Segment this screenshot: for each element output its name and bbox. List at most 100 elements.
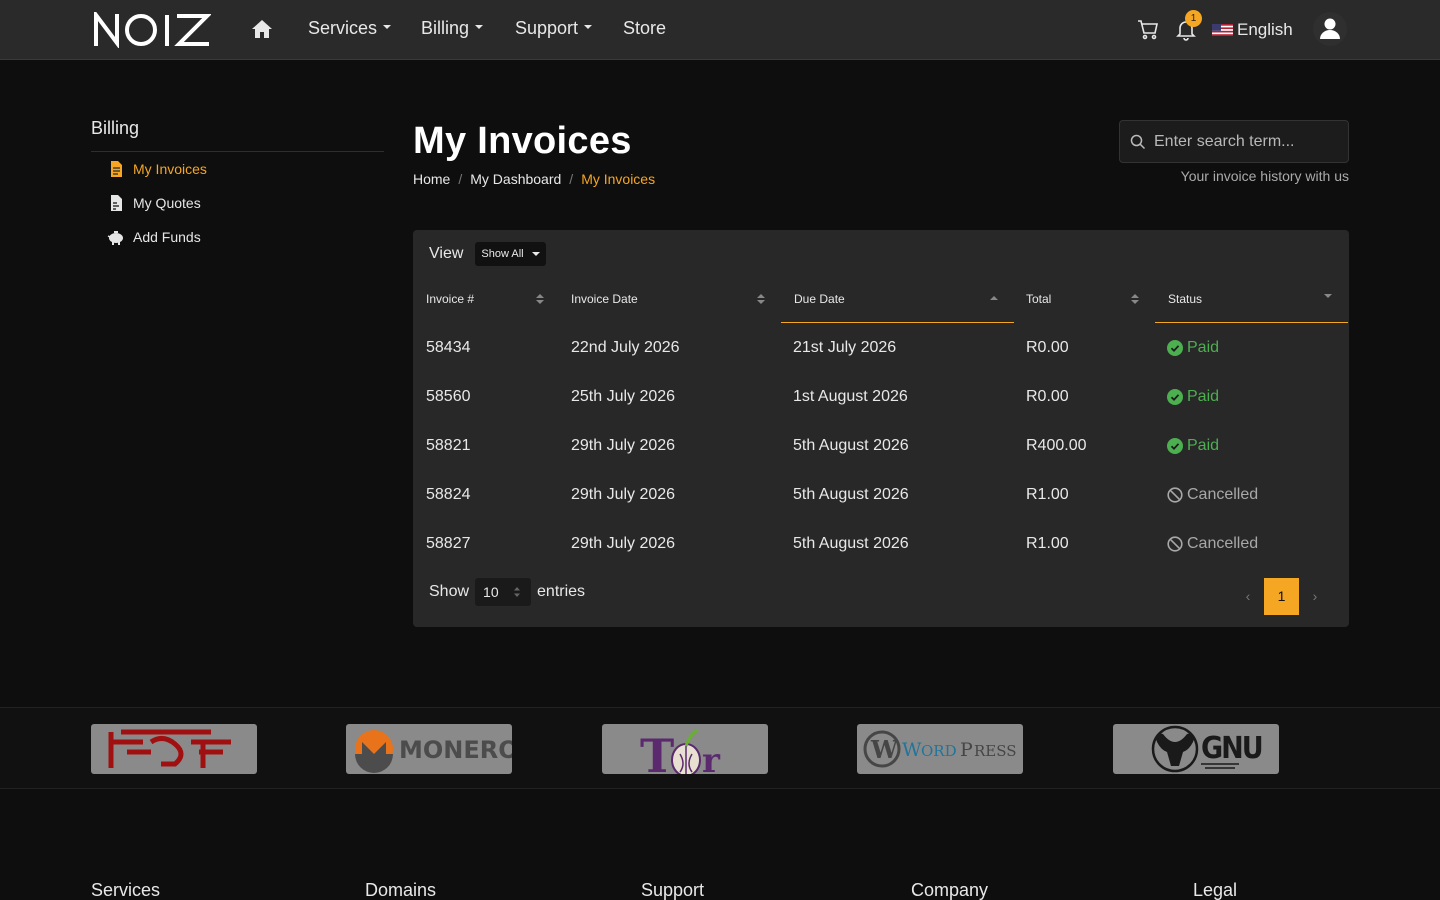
- status-badge: Cancelled: [1167, 470, 1258, 519]
- table-row[interactable]: 58824 29th July 2026 5th August 2026 R1.…: [413, 470, 1349, 519]
- svg-text:GNU: GNU: [1201, 731, 1262, 766]
- tor-logo[interactable]: T r: [602, 724, 768, 774]
- column-due-date[interactable]: Due Date: [781, 275, 1014, 323]
- monero-logo[interactable]: MONERO: [346, 724, 512, 774]
- sidebar-item-my-quotes[interactable]: My Quotes: [91, 186, 384, 220]
- footer-company: Company: [911, 880, 989, 900]
- check-circle-icon: [1167, 388, 1183, 405]
- breadcrumb-separator: /: [569, 171, 574, 187]
- column-invoice[interactable]: Invoice #: [413, 275, 558, 323]
- cell-status: Paid: [1154, 323, 1219, 372]
- table-row[interactable]: 58827 29th July 2026 5th August 2026 R1.…: [413, 519, 1349, 568]
- nav-support-label: Support: [515, 18, 579, 38]
- nav-support[interactable]: Support: [515, 18, 593, 39]
- ban-icon: [1167, 535, 1183, 552]
- status-label: Paid: [1187, 437, 1220, 454]
- pagination: ‹ 1 ›: [1232, 578, 1331, 615]
- page-length-select[interactable]: 10: [475, 578, 532, 606]
- nav-billing[interactable]: Billing: [421, 18, 484, 39]
- cell-due-date: 1st August 2026: [793, 388, 908, 405]
- partners-strip: MONERO T r W W ORD P RESS GNU: [0, 707, 1440, 789]
- gnu-logo[interactable]: GNU: [1113, 724, 1279, 774]
- column-status[interactable]: Status: [1155, 275, 1348, 323]
- sidebar-item-my-invoices[interactable]: My Invoices: [91, 152, 384, 186]
- cell-total: R1.00: [1026, 486, 1069, 503]
- sidebar-item-add-funds[interactable]: Add Funds: [91, 220, 384, 254]
- cell-total: R1.00: [1026, 535, 1069, 552]
- sidebar-title: Billing: [91, 118, 384, 152]
- nav-store[interactable]: Store: [623, 18, 666, 39]
- user-menu[interactable]: [1313, 12, 1347, 46]
- cell-due-date: 5th August 2026: [793, 486, 909, 503]
- notification-badge: 1: [1185, 10, 1202, 27]
- cell-total: R0.00: [1026, 388, 1069, 405]
- search-box: [1119, 120, 1349, 163]
- nav-services[interactable]: Services: [308, 18, 392, 39]
- column-label: Invoice #: [426, 292, 475, 306]
- cart-icon[interactable]: [1136, 16, 1160, 42]
- breadcrumb-dashboard[interactable]: My Dashboard: [470, 171, 561, 187]
- svg-text:P: P: [960, 739, 973, 761]
- column-label: Status: [1168, 292, 1203, 306]
- column-label: Invoice Date: [571, 292, 638, 306]
- sort-icon: [536, 294, 544, 304]
- status-badge: Cancelled: [1167, 519, 1258, 568]
- sidebar-item-label: Add Funds: [133, 229, 201, 245]
- search-input[interactable]: [1154, 132, 1334, 151]
- file-invoice-icon: [111, 161, 122, 177]
- chevron-down-icon: [383, 25, 392, 30]
- check-circle-icon: [1167, 437, 1183, 454]
- search-icon: [1130, 134, 1146, 149]
- invoices-table: Invoice # Invoice Date Due Date Total St…: [413, 275, 1349, 568]
- sidebar-item-label: My Invoices: [133, 161, 207, 177]
- sidebar-item-label: My Quotes: [133, 195, 201, 211]
- ban-icon: [1167, 486, 1183, 503]
- cell-invoice-date: 22nd July 2026: [571, 339, 680, 356]
- check-circle-icon: [1167, 339, 1183, 356]
- cell-due-date: 5th August 2026: [793, 535, 909, 552]
- column-invoice-date[interactable]: Invoice Date: [558, 275, 779, 323]
- footer-services: Services: [91, 880, 161, 900]
- view-filter: View Show All: [429, 242, 546, 266]
- cell-status: Paid: [1154, 372, 1219, 421]
- wordpress-logo[interactable]: W W ORD P RESS: [857, 724, 1023, 774]
- home-icon[interactable]: [250, 17, 274, 41]
- cell-invoice: 58827: [426, 535, 471, 552]
- svg-text:ORD: ORD: [921, 742, 957, 760]
- footer-support: Support: [641, 880, 705, 900]
- language-label: English: [1237, 20, 1293, 39]
- svg-text:r: r: [702, 741, 721, 774]
- view-select[interactable]: Show All: [475, 242, 546, 266]
- noiz-logo[interactable]: [93, 12, 211, 48]
- table-header: Invoice # Invoice Date Due Date Total St…: [413, 275, 1349, 323]
- breadcrumb-home[interactable]: Home: [413, 171, 450, 187]
- nav-store-label: Store: [623, 18, 667, 38]
- status-label: Paid: [1187, 388, 1220, 405]
- breadcrumb-separator: /: [458, 171, 463, 187]
- fsf-logo[interactable]: [91, 724, 257, 774]
- page-1-button[interactable]: 1: [1264, 578, 1299, 615]
- table-row[interactable]: 58821 29th July 2026 5th August 2026 R40…: [413, 421, 1349, 470]
- cell-status: Cancelled: [1154, 470, 1258, 519]
- cell-invoice-date: 29th July 2026: [571, 486, 676, 503]
- language-selector[interactable]: English: [1212, 20, 1293, 40]
- breadcrumb-current: My Invoices: [581, 171, 656, 187]
- cell-invoice: 58560: [426, 388, 471, 405]
- status-badge: Paid: [1167, 372, 1219, 421]
- cell-total: R0.00: [1026, 339, 1069, 356]
- svg-text:MONERO: MONERO: [399, 736, 512, 764]
- next-page-button[interactable]: ›: [1299, 578, 1331, 615]
- cell-invoice: 58821: [426, 437, 471, 454]
- table-row[interactable]: 58560 25th July 2026 1st August 2026 R0.…: [413, 372, 1349, 421]
- sort-icon: [514, 587, 521, 597]
- navbar: Services Billing Support Store 1 English: [0, 0, 1440, 60]
- column-total[interactable]: Total: [1013, 275, 1154, 323]
- us-flag-icon: [1212, 24, 1233, 36]
- prev-page-button[interactable]: ‹: [1232, 578, 1264, 615]
- page-title: My Invoices: [413, 120, 632, 162]
- status-label: Cancelled: [1187, 535, 1259, 552]
- footer-legal: Legal: [1193, 880, 1238, 900]
- table-row[interactable]: 58434 22nd July 2026 21st July 2026 R0.0…: [413, 323, 1349, 372]
- cell-invoice-date: 29th July 2026: [571, 535, 676, 552]
- footer-domains: Domains: [365, 880, 437, 900]
